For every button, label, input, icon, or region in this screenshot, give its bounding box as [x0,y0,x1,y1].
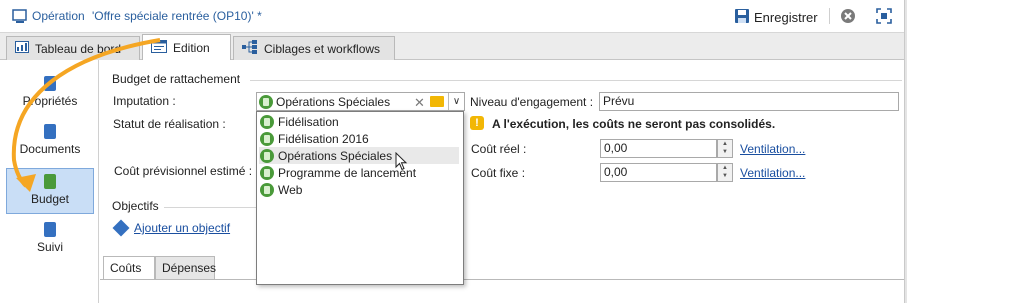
workflow-icon [242,40,258,57]
cout-fixe-stepper[interactable]: ▲ ▼ [717,163,733,182]
bottom-tab-line [100,279,904,280]
nav-item-proprietes[interactable]: Propriétés [6,76,94,114]
documents-icon [44,124,56,139]
chevron-down-icon[interactable]: ∨ [448,93,464,110]
dropdown-option[interactable]: Fidélisation [259,113,459,130]
budget-icon [260,131,274,146]
group-divider [250,80,902,81]
budget-icon [260,182,274,197]
warning-icon: ! [470,116,484,130]
tab-ciblages-workflows[interactable]: Ciblages et workflows [233,36,395,60]
background [907,0,1024,303]
budget-icon [259,94,273,109]
fullscreen-icon[interactable] [876,8,892,27]
tab-tableau-de-bord[interactable]: Tableau de bord [6,36,140,60]
imputation-value: Opérations Spéciales [276,94,391,109]
group-divider [164,207,256,208]
spin-down-icon[interactable]: ▼ [718,148,732,156]
window-title-prefix: Opération [32,9,85,23]
tab-couts[interactable]: Coûts [103,256,155,279]
tracking-icon [44,222,56,237]
tab-label: Ciblages et workflows [264,41,381,56]
dropdown-option[interactable]: Web [259,181,459,198]
niveau-engagement-field[interactable]: Prévu [599,92,899,111]
properties-icon [44,76,56,91]
objectifs-group-title: Objectifs [112,199,159,213]
dashboard-icon [15,41,29,56]
floppy-disk-icon [734,8,750,27]
tab-edition[interactable]: Edition [142,34,231,60]
nav-label: Documents [19,142,81,156]
nav-item-suivi[interactable]: Suivi [6,222,94,258]
cout-reel-label: Coût réel : [471,142,527,156]
budget-group-title: Budget de rattachement [112,72,241,86]
cancel-icon[interactable] [840,8,856,27]
toolbar-separator [829,8,830,24]
cout-reel-stepper[interactable]: ▲ ▼ [717,139,733,158]
ventilation-link-reel[interactable]: Ventilation... [740,142,805,156]
niveau-engagement-label: Niveau d'engagement : [470,95,594,109]
folder-icon[interactable] [430,96,444,107]
statut-label: Statut de réalisation : [113,117,226,131]
clear-icon[interactable]: ✕ [414,95,425,111]
mouse-cursor-icon [395,151,408,174]
save-label: Enregistrer [754,9,818,25]
budget-icon [260,165,274,180]
cout-fixe-field[interactable]: 0,00 [600,163,717,182]
spin-up-icon[interactable]: ▲ [718,140,732,148]
tab-label: Edition [173,40,210,55]
option-label: Fidélisation [278,114,339,129]
option-label: Opérations Spéciales [278,148,393,163]
nav-label: Suivi [36,240,63,254]
imputation-label: Imputation : [113,94,176,108]
dropdown-option[interactable]: Opérations Spéciales [259,147,459,164]
cout-fixe-label: Coût fixe : [471,166,526,180]
dropdown-option[interactable]: Programme de lancement [259,164,459,181]
cout-reel-field[interactable]: 0,00 [600,139,717,158]
spin-down-icon[interactable]: ▼ [718,172,732,180]
budget-icon [260,114,274,129]
window-title-name: 'Offre spéciale rentrée (OP10)' * [92,9,262,23]
dropdown-option[interactable]: Fidélisation 2016 [259,130,459,147]
budget-icon [44,174,56,189]
add-objective-icon[interactable] [112,219,130,237]
nav-item-budget[interactable]: Budget [6,168,94,214]
tab-label: Tableau de bord [35,41,122,56]
save-button[interactable]: Enregistrer [730,6,822,28]
tab-depenses[interactable]: Dépenses [155,256,216,279]
nav-item-documents[interactable]: Documents [6,124,94,162]
spin-up-icon[interactable]: ▲ [718,164,732,172]
ventilation-link-fixe[interactable]: Ventilation... [740,166,805,180]
add-objective-link[interactable]: Ajouter un objectif [134,221,230,235]
edit-form-icon [151,39,167,56]
warning-message: A l'exécution, les coûts ne seront pas c… [492,117,776,131]
nav-label: Budget [30,192,70,206]
option-label: Web [278,182,303,197]
budget-icon [260,148,274,163]
option-label: Fidélisation 2016 [278,131,369,146]
cout-previsionnel-label: Coût prévisionnel estimé : [114,164,253,178]
operation-icon [12,9,28,27]
nav-label: Propriétés [22,94,78,108]
